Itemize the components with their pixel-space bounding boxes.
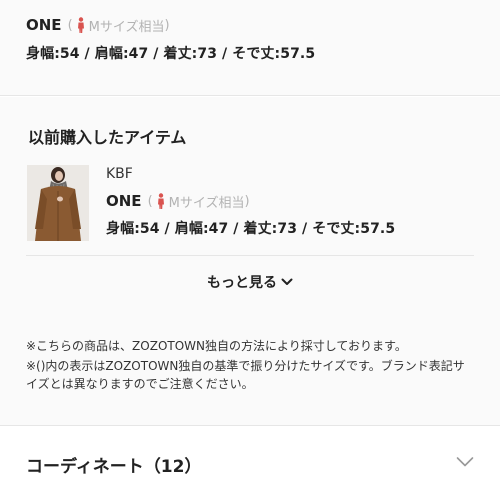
current-size-row: ONE ( Mサイズ相当 ) bbox=[26, 14, 170, 36]
fit-note-text: Mサイズ相当 bbox=[88, 19, 165, 35]
note-size-disclaimer: ※()内の表示はZOZOTOWN独自の基準で振り分けたサイズです。ブランド表記サ… bbox=[26, 359, 465, 391]
fit-note-text: Mサイズ相当 bbox=[168, 195, 245, 211]
measurements: 身幅:54 / 肩幅:47 / 着丈:73 / そで丈:57.5 bbox=[26, 46, 316, 62]
section-title: 以前購入したアイテム bbox=[28, 128, 187, 147]
show-more-button[interactable]: もっと見る bbox=[0, 270, 500, 294]
item-size-label: ONE bbox=[106, 192, 142, 210]
coordinate-label: コーディネート（12） bbox=[26, 457, 202, 477]
item-size-row: ONE ( Mサイズ相当 ) bbox=[106, 190, 250, 212]
coat-photo bbox=[27, 165, 89, 241]
fit-note-open: ( bbox=[147, 193, 153, 209]
item-fit-note: ( Mサイズ相当 ) bbox=[148, 192, 250, 211]
current-size-section: ONE ( Mサイズ相当 ) 身幅:54 / 肩幅:47 / 着丈:73 / そ… bbox=[0, 0, 500, 96]
person-figure-icon bbox=[77, 17, 84, 33]
fit-note-open: ( bbox=[67, 17, 73, 33]
coordinate-accordion[interactable]: コーディネート（12） bbox=[0, 425, 500, 500]
item-brand: KBF bbox=[106, 166, 133, 182]
show-more-label: もっと見る bbox=[207, 275, 277, 291]
note-measurement-method: ※こちらの商品は、ZOZOTOWN独自の方法により採寸しております。 bbox=[26, 339, 407, 353]
fit-note-close: ) bbox=[164, 17, 170, 33]
chevron-down-icon bbox=[456, 457, 474, 467]
chevron-down-icon bbox=[281, 278, 293, 285]
purchase-history-section: 以前購入したアイテム KBF ONE (Mサイズ相当) 身幅:54 / 肩幅… bbox=[0, 97, 500, 425]
person-figure-icon bbox=[157, 193, 164, 209]
fit-note-close: ) bbox=[244, 193, 250, 209]
divider bbox=[26, 255, 474, 256]
item-thumbnail[interactable] bbox=[27, 165, 89, 241]
size-label: ONE bbox=[26, 16, 62, 34]
notes: ※こちらの商品は、ZOZOTOWN独自の方法により採寸しております。 ※()内の… bbox=[26, 337, 476, 393]
item-measurements: 身幅:54 / 肩幅:47 / 着丈:73 / そで丈:57.5 bbox=[106, 221, 396, 237]
fit-note: ( Mサイズ相当 ) bbox=[68, 16, 170, 35]
